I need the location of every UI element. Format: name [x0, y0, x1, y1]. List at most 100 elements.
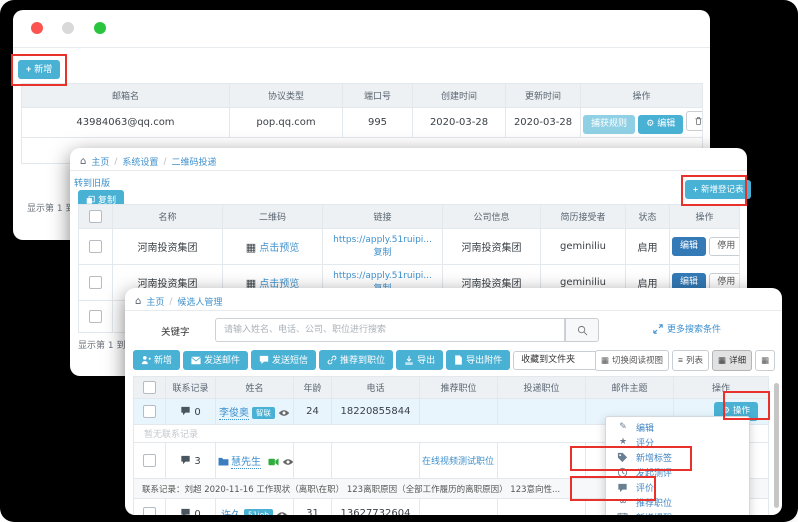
grid-icon — [761, 356, 769, 365]
plus-icon — [693, 185, 698, 194]
legacy-version-link[interactable]: 转到旧版 — [74, 176, 110, 189]
select-all-checkbox[interactable] — [143, 381, 156, 394]
col-recommended-job: 推荐职位 — [420, 377, 498, 399]
add-form-label: 新增登记表 — [701, 185, 744, 194]
close-icon[interactable] — [31, 22, 43, 34]
menu-item-edit[interactable]: 编辑 — [606, 420, 749, 435]
preview-link[interactable]: 点击预览 — [259, 243, 299, 254]
tag-icon — [617, 452, 629, 463]
reading-view-label: 切换阅读视图 — [612, 356, 663, 365]
vertical-scrollbar[interactable] — [774, 383, 779, 508]
star-icon — [617, 438, 629, 447]
menu-item-score[interactable]: 评分 — [606, 435, 749, 450]
comment-icon — [180, 508, 191, 516]
menu-label: 评分 — [636, 436, 654, 449]
row-checkbox[interactable] — [143, 507, 156, 515]
detail-view-button[interactable]: 详细 — [712, 350, 752, 371]
menu-item-add-tag[interactable]: 新增标签 — [606, 450, 749, 465]
apply-url-link[interactable]: https://apply.51ruipi... — [325, 271, 440, 281]
menu-item-comment[interactable]: 评价 — [606, 480, 749, 495]
col-qr: 二维码 — [223, 205, 323, 229]
applied-job-cell — [498, 399, 586, 425]
trash-icon — [694, 116, 702, 126]
eye-icon[interactable] — [276, 511, 288, 515]
eye-icon[interactable] — [282, 458, 293, 466]
row-checkbox[interactable] — [89, 310, 102, 323]
more-filters-link[interactable]: 更多搜索条件 — [653, 322, 721, 335]
comment-icon — [617, 483, 629, 493]
menu-label: 新增标签 — [636, 451, 672, 464]
search-button[interactable] — [565, 318, 599, 342]
envelope-icon — [191, 356, 201, 365]
actions-cell: 编辑 停用 — [670, 229, 740, 265]
name-cell: 河南投资集团 — [113, 229, 223, 265]
video-icon — [268, 458, 279, 466]
list-view-label: 列表 — [686, 356, 703, 365]
recommend-label: 推荐到职位 — [340, 356, 385, 365]
recommended-job-cell — [420, 399, 498, 425]
export-attachments-button[interactable]: 导出附件 — [446, 350, 510, 370]
breadcrumb-system-settings[interactable]: 系统设置 — [122, 155, 158, 168]
recommend-to-job-button[interactable]: 推荐到职位 — [319, 350, 393, 370]
actions-label: 操作 — [733, 407, 750, 416]
add-person-icon — [141, 355, 151, 365]
gear-icon — [722, 407, 730, 416]
edit-button[interactable]: 编辑 — [672, 237, 706, 256]
send-mail-button[interactable]: 发送邮件 — [183, 351, 248, 370]
recommended-job-link[interactable]: 在线视频测试职位 — [422, 457, 494, 467]
minimize-icon[interactable] — [62, 22, 74, 34]
view-toggle-group: 切换阅读视图 列表 详细 — [595, 350, 775, 371]
add-registration-form-button[interactable]: 新增登记表 — [685, 180, 751, 199]
row-checkbox[interactable] — [143, 454, 156, 467]
breadcrumb: 主页 系统设置 二维码投递 — [80, 155, 217, 168]
apply-url-link[interactable]: https://apply.51ruipi... — [325, 235, 440, 245]
folder-icon — [218, 457, 229, 466]
grid-view-button[interactable] — [755, 350, 775, 371]
gear-icon — [646, 120, 654, 129]
age-cell: 31 — [294, 499, 332, 516]
search-input[interactable] — [215, 318, 565, 342]
col-name: 名称 — [113, 205, 223, 229]
col-name: 姓名 — [216, 377, 294, 399]
menu-item-recommend-job[interactable]: 推荐职位 — [606, 495, 749, 510]
disable-button[interactable]: 停用 — [709, 237, 739, 256]
row-checkbox[interactable] — [89, 240, 102, 253]
row-checkbox[interactable] — [89, 276, 102, 289]
col-age: 年龄 — [294, 377, 332, 399]
candidate-name-link[interactable]: 李俊奥 — [219, 408, 249, 420]
email-table-row: 43984063@qq.com pop.qq.com 995 2020-03-2… — [22, 108, 703, 138]
candidate-name-link[interactable]: 许久 — [221, 510, 241, 515]
maximize-icon[interactable] — [94, 22, 106, 34]
export-button[interactable]: 导出 — [396, 350, 443, 370]
delete-email-button[interactable]: 删除 — [686, 111, 702, 131]
add-candidate-button[interactable]: 新增 — [133, 350, 180, 370]
add-email-button[interactable]: 新增 — [18, 60, 60, 79]
menu-label: 发起测评 — [636, 466, 672, 479]
contact-count: 0 — [194, 509, 200, 516]
recommended-job-cell: 在线视频测试职位 — [420, 443, 498, 479]
grid-icon — [718, 356, 726, 365]
col-link: 链接 — [323, 205, 443, 229]
candidate-name-link[interactable]: 慧先生 — [231, 457, 261, 469]
breadcrumb-home[interactable]: 主页 — [91, 155, 109, 168]
copy-url-link[interactable]: 复制 — [325, 245, 440, 258]
toggle-reading-view-button[interactable]: 切换阅读视图 — [595, 350, 669, 371]
capture-rules-button[interactable]: 捕获规则 — [583, 115, 635, 134]
eye-icon[interactable] — [278, 409, 290, 417]
menu-item-start-assessment[interactable]: 发起测评 — [606, 465, 749, 480]
select-all-checkbox[interactable] — [89, 210, 102, 223]
breadcrumb-candidates[interactable]: 候选人管理 — [177, 295, 222, 308]
applied-job-cell — [498, 443, 586, 479]
edit-email-button[interactable]: 编辑 — [638, 115, 683, 134]
breadcrumb-home[interactable]: 主页 — [146, 295, 164, 308]
source-badge: 智联 — [252, 407, 275, 419]
menu-item-add-reminder[interactable]: 新增提醒 — [606, 510, 749, 515]
breadcrumb-qr-delivery[interactable]: 二维码投递 — [171, 155, 216, 168]
row-checkbox[interactable] — [143, 405, 156, 418]
header-divider — [13, 47, 710, 48]
age-cell — [294, 443, 332, 479]
list-view-button[interactable]: 列表 — [672, 350, 709, 371]
download-icon — [404, 355, 414, 365]
breadcrumb-separator — [114, 157, 117, 167]
send-sms-button[interactable]: 发送短信 — [251, 350, 316, 370]
